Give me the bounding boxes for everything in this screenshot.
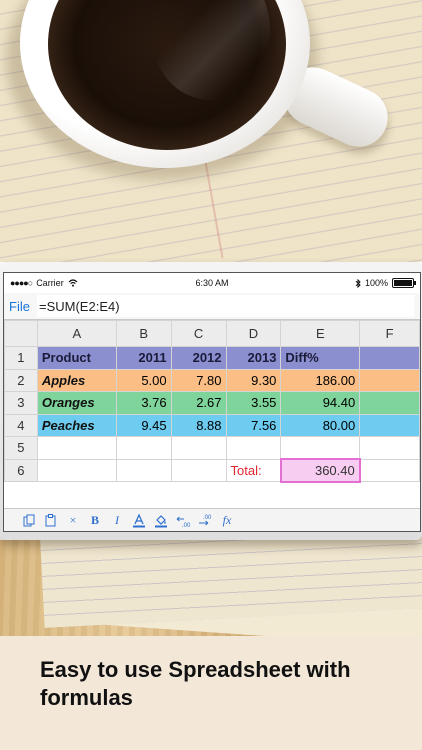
paste-icon[interactable] [40, 511, 62, 531]
app-screen: ●●●●○ Carrier 6:30 AM 100% File =SUM(E2:… [3, 272, 421, 532]
table-row: 5 [4, 436, 420, 460]
cell-a4[interactable]: Peaches [36, 413, 117, 437]
table-row: 4 Peaches 9.45 8.88 7.56 80.00 [4, 413, 420, 437]
cell-f3[interactable] [359, 391, 420, 415]
clear-icon[interactable]: × [62, 511, 84, 531]
formula-bar: File [4, 293, 420, 320]
cell-b1[interactable]: 2011 [115, 346, 172, 370]
column-header[interactable]: C [170, 320, 227, 347]
row-header[interactable]: 1 [4, 346, 38, 370]
cell-a3[interactable]: Oranges [36, 391, 117, 415]
table-row: 2 Apples 5.00 7.80 9.30 186.00 [4, 368, 420, 392]
row-header[interactable]: 2 [4, 368, 38, 392]
cell-e1[interactable]: Diff% [280, 346, 361, 370]
cell-e2[interactable]: 186.00 [280, 368, 361, 392]
formula-input[interactable] [37, 295, 414, 317]
column-header[interactable]: E [280, 320, 361, 347]
cell-f4[interactable] [359, 413, 420, 437]
row-header[interactable]: 5 [4, 436, 38, 460]
battery-percent: 100% [364, 278, 388, 288]
cell-e3[interactable]: 94.40 [280, 391, 361, 415]
cell-f2[interactable] [359, 368, 420, 392]
spreadsheet-grid: A B C D E F 1 Product 2011 2012 2013 Dif… [4, 320, 420, 483]
column-header[interactable]: B [115, 320, 172, 347]
ipad-device: ●●●●○ Carrier 6:30 AM 100% File =SUM(E2:… [0, 262, 422, 540]
cell-f6[interactable] [359, 458, 420, 482]
cell-f5[interactable] [359, 436, 420, 460]
table-row: 6 Total: 360.40 [4, 458, 420, 483]
column-header[interactable]: F [359, 320, 420, 347]
cell-d3[interactable]: 3.55 [225, 391, 282, 415]
total-value-cell[interactable]: 360.40 [279, 458, 361, 483]
cell-c3[interactable]: 2.67 [170, 391, 227, 415]
status-right: 100% [355, 278, 416, 288]
row-header[interactable]: 3 [4, 391, 38, 415]
bold-icon[interactable]: B [84, 511, 106, 531]
decrease-decimal-icon[interactable]: .00 [172, 511, 194, 531]
fill-color-icon[interactable] [150, 511, 172, 531]
cell-a5[interactable] [36, 436, 117, 460]
cell-c2[interactable]: 7.80 [170, 368, 227, 392]
row-header[interactable]: 4 [4, 413, 38, 437]
cell-c5[interactable] [170, 436, 227, 460]
text-color-icon[interactable] [128, 511, 150, 531]
table-row: 1 Product 2011 2012 2013 Diff% [4, 346, 420, 370]
table-row: 3 Oranges 3.76 2.67 3.55 94.40 [4, 391, 420, 415]
cell-a6[interactable] [36, 458, 117, 482]
format-toolbar: × B I .00 .00 fx [4, 508, 420, 531]
cell-a1[interactable]: Product [36, 346, 117, 370]
cell-b5[interactable] [115, 436, 172, 460]
total-label-cell[interactable]: Total: [225, 458, 282, 482]
status-bar: ●●●●○ Carrier 6:30 AM 100% [4, 273, 420, 293]
cell-d1[interactable]: 2013 [225, 346, 282, 370]
cell-a2[interactable]: Apples [36, 368, 117, 392]
cell-d4[interactable]: 7.56 [225, 413, 282, 437]
file-button[interactable]: File [4, 299, 37, 314]
cell-b4[interactable]: 9.45 [115, 413, 172, 437]
increase-decimal-icon[interactable]: .00 [194, 511, 216, 531]
caption-banner: Easy to use Spreadsheet with formulas [0, 636, 422, 750]
cell-b3[interactable]: 3.76 [115, 391, 172, 415]
cell-e4[interactable]: 80.00 [280, 413, 361, 437]
svg-text:.00: .00 [182, 523, 191, 528]
italic-icon[interactable]: I [106, 511, 128, 531]
caption-text: Easy to use Spreadsheet with formulas [40, 657, 351, 710]
column-header[interactable]: A [36, 320, 117, 347]
cell-d2[interactable]: 9.30 [225, 368, 282, 392]
svg-text:.00: .00 [203, 515, 212, 521]
cell-c1[interactable]: 2012 [170, 346, 227, 370]
cell-c4[interactable]: 8.88 [170, 413, 227, 437]
select-all-corner[interactable] [4, 320, 38, 347]
cell-b6[interactable] [115, 458, 172, 482]
cell-c6[interactable] [170, 458, 227, 482]
battery-icon [392, 278, 416, 288]
column-header[interactable]: D [225, 320, 282, 347]
bluetooth-icon [355, 278, 361, 288]
function-icon[interactable]: fx [216, 511, 238, 531]
cell-b2[interactable]: 5.00 [115, 368, 172, 392]
copy-icon[interactable] [18, 511, 40, 531]
row-header[interactable]: 6 [4, 458, 38, 482]
column-header-row: A B C D E F [4, 320, 420, 347]
cell-e5[interactable] [280, 436, 361, 460]
cell-d5[interactable] [225, 436, 282, 460]
cell-f1[interactable] [359, 346, 420, 370]
